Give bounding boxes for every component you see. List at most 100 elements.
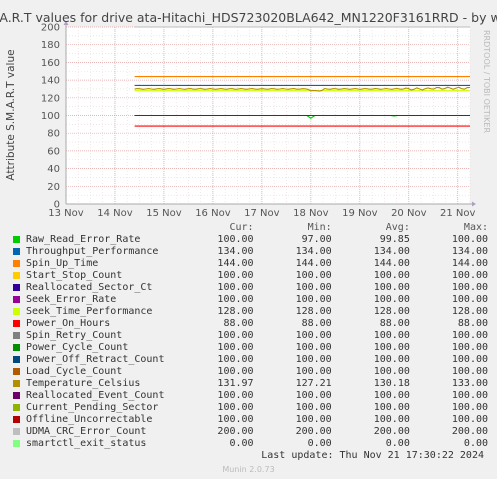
legend-avg: 130.18 (373, 378, 410, 389)
header-min: Min: (307, 222, 332, 233)
legend-min: 88.00 (301, 318, 332, 329)
legend-cur: 128.00 (217, 306, 254, 317)
y-axis-label: Attribute S.M.A.R.T value (5, 49, 17, 180)
x-tick-label: 18 Nov (293, 208, 329, 219)
y-tick-label: 20 (47, 182, 60, 193)
legend-cur: 200.00 (217, 426, 254, 437)
legend-max: 134.00 (451, 246, 489, 257)
legend-name: Power_Cycle_Count (26, 342, 129, 353)
legend-name: Seek_Error_Rate (26, 294, 117, 305)
legend-avg: 134.00 (373, 246, 410, 257)
legend-row: Seek_Time_Performance 128.00 128.00 128.00 1… (12, 306, 488, 318)
legend-swatch (13, 368, 20, 375)
legend-row: Reallocated_Event_Count 100.00 100.00 100.0… (12, 390, 488, 402)
legend-avg: 100.00 (373, 282, 410, 293)
legend-table: Cur: Min: Avg: Max: Raw_Read_Error_Rate 1… (12, 222, 488, 450)
legend-avg: 99.85 (379, 234, 410, 245)
munin-version: Munin 2.0.73 (222, 465, 275, 474)
legend-min: 100.00 (295, 414, 332, 425)
legend-name: Spin_Up_Time (26, 258, 99, 269)
y-tick-label: 160 (41, 58, 60, 69)
legend-row: Offline_Uncorrectable 100.00 100.00 100.00 1… (12, 414, 488, 426)
x-tick-label: 19 Nov (342, 208, 378, 219)
legend-avg: 100.00 (373, 390, 410, 401)
legend-name: Reallocated_Event_Count (26, 390, 165, 401)
legend-row: Load_Cycle_Count 100.00 100.00 100.00 100.00 (12, 366, 488, 378)
legend-name: Current_Pending_Sector (26, 402, 159, 413)
legend-min: 144.00 (295, 258, 332, 269)
smart-values-chart: 02040608010012014016018020013 Nov 14 Nov 1… (0, 0, 497, 220)
legend-cur: 0.00 (229, 438, 254, 449)
y-tick-label: 180 (41, 40, 60, 51)
legend-avg: 100.00 (373, 270, 410, 281)
legend-max: 200.00 (451, 426, 489, 437)
legend-cur: 100.00 (217, 390, 254, 401)
legend-row: Reallocated_Sector_Ct 100.00 100.00 100.00 1… (12, 282, 488, 294)
legend-max: 100.00 (451, 390, 489, 401)
legend-swatch (13, 284, 20, 291)
legend-min: 100.00 (295, 270, 332, 281)
legend-min: 100.00 (295, 366, 332, 377)
legend-avg: 100.00 (373, 330, 410, 341)
legend-max: 100.00 (451, 234, 489, 245)
x-tick-label: 20 Nov (391, 208, 427, 219)
legend-min: 100.00 (295, 282, 332, 293)
legend-row: Current_Pending_Sector 100.00 100.00 100.00… (12, 402, 488, 414)
legend-max: 144.00 (451, 258, 489, 269)
legend-cur: 100.00 (217, 354, 254, 365)
legend-row: Power_Cycle_Count 100.00 100.00 100.00 100.0… (12, 342, 488, 354)
legend-max: 100.00 (451, 294, 489, 305)
legend-avg: 100.00 (373, 414, 410, 425)
legend-swatch (13, 236, 20, 243)
legend-max: 100.00 (451, 354, 489, 365)
legend-avg: 0.00 (385, 438, 410, 449)
legend-cur: 100.00 (217, 234, 254, 245)
legend-avg: 100.00 (373, 342, 410, 353)
legend-swatch (13, 320, 20, 327)
legend-name: Offline_Uncorrectable (26, 414, 153, 425)
legend-row: Start_Stop_Count 100.00 100.00 100.00 100.00 (12, 270, 488, 282)
legend-name: Throughput_Performance (26, 246, 159, 257)
legend-avg: 100.00 (373, 402, 410, 413)
legend-avg: 100.00 (373, 294, 410, 305)
legend-max: 100.00 (451, 282, 489, 293)
legend-name: Reallocated_Sector_Ct (26, 282, 153, 293)
header-cur: Cur: (229, 222, 254, 233)
legend-max: 100.00 (451, 270, 489, 281)
legend-row: Spin_Up_Time 144.00 144.00 144.00 144.00 (12, 258, 488, 270)
legend-name: Power_Off_Retract_Count (26, 354, 165, 365)
legend-name: Temperature_Celsius (26, 378, 141, 389)
legend-avg: 88.00 (379, 318, 410, 329)
legend-name: Spin_Retry_Count (26, 330, 123, 341)
legend-row: UDMA_CRC_Error_Count 200.00 200.00 200.00 20… (12, 426, 488, 438)
legend-cur: 100.00 (217, 330, 254, 341)
legend-header: Cur: Min: Avg: Max: (12, 222, 488, 234)
legend-cur: 100.00 (217, 270, 254, 281)
legend-cur: 100.00 (217, 342, 254, 353)
legend-cur: 100.00 (217, 366, 254, 377)
legend-swatch (13, 344, 20, 351)
legend-cur: 100.00 (217, 402, 254, 413)
legend-cur: 88.00 (223, 318, 254, 329)
legend-swatch (13, 392, 20, 399)
y-tick-label: 120 (41, 93, 60, 104)
legend-min: 100.00 (295, 330, 332, 341)
legend-row: Seek_Error_Rate 100.00 100.00 100.00 100.00 (12, 294, 488, 306)
legend-avg: 128.00 (373, 306, 410, 317)
legend-min: 134.00 (295, 246, 332, 257)
y-tick-label: 60 (47, 146, 60, 157)
legend-max: 128.00 (451, 306, 489, 317)
legend-row: Throughput_Performance 134.00 134.00 134.00… (12, 246, 488, 258)
legend-max: 100.00 (451, 402, 489, 413)
legend-min: 100.00 (295, 390, 332, 401)
legend-avg: 200.00 (373, 426, 410, 437)
legend-cur: 100.00 (217, 294, 254, 305)
x-tick-label: 17 Nov (244, 208, 280, 219)
rrdtool-credit: RRDTOOL / TOBI OETIKER (482, 30, 491, 133)
legend-min: 200.00 (295, 426, 332, 437)
legend-cur: 134.00 (217, 246, 254, 257)
legend-row: Temperature_Celsius 131.97 127.21 130.18 133… (12, 378, 488, 390)
legend-min: 97.00 (301, 234, 332, 245)
legend-min: 100.00 (295, 402, 332, 413)
legend-max: 88.00 (457, 318, 489, 329)
